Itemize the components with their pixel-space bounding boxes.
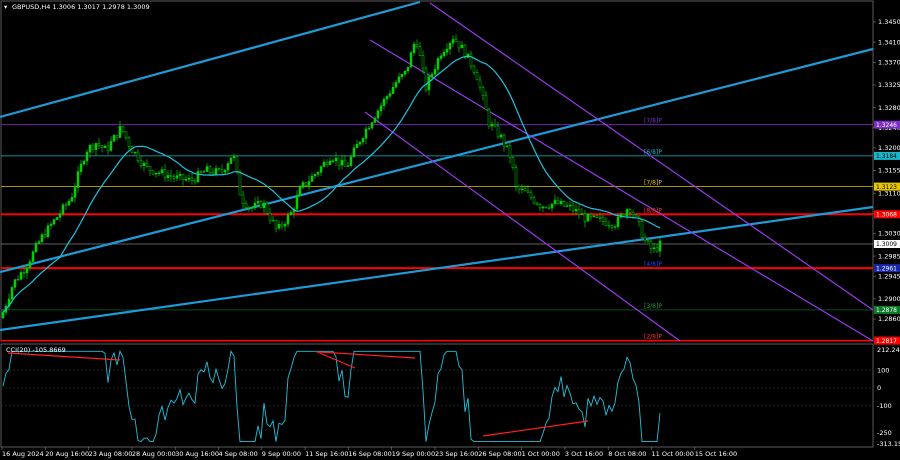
candle: [424, 66, 428, 93]
candle: [112, 134, 116, 142]
svg-text:1.2961: 1.2961: [876, 265, 897, 272]
time-tick-label: 9 Sep 00:00: [262, 450, 301, 458]
candle: [55, 216, 59, 220]
time-tick-label: 15 Oct 16:00: [695, 450, 737, 458]
cci-tick-label: -250: [877, 429, 892, 437]
time-tick-label: 20 Aug 16:00: [45, 450, 89, 458]
price-tick-label: 1.3280: [878, 104, 900, 112]
time-tick-label: 3 Oct 16:00: [565, 450, 603, 458]
svg-text:1.3068: 1.3068: [876, 211, 897, 218]
price-tick-label: 1.3325: [878, 81, 900, 89]
price-tick-label: 1.2945: [878, 272, 900, 280]
time-tick-label: 4 Sep 08:00: [219, 450, 258, 458]
murrey-label: [2/8]P: [644, 334, 662, 341]
candle: [259, 200, 263, 209]
time-tick-label: 23 Sep 16:00: [435, 450, 478, 458]
price-tick-label: 1.3410: [878, 38, 900, 46]
time-tick-label: 16 Aug 2024: [2, 450, 44, 458]
cci-tick-label: 212.2406: [877, 346, 900, 354]
chart-title: GBPUSD,H4 1.3006 1.3017 1.2978 1.3009: [12, 3, 150, 11]
cci-label: CCI(20) -105.8669: [6, 346, 66, 354]
chart-background: [0, 0, 900, 460]
price-tag: 1.3068: [874, 210, 900, 218]
murrey-label: [7/8]P: [644, 118, 662, 125]
price-tag: 1.3246: [874, 120, 900, 129]
price-tick-label: 1.2985: [878, 252, 900, 260]
price-tick-label: 1.2860: [878, 315, 900, 323]
murrey-label: [8/8]P: [644, 207, 662, 214]
candle: [409, 50, 413, 68]
price-tag: 1.2817: [874, 336, 900, 345]
price-tick-label: 1.3370: [878, 58, 900, 66]
price-chart[interactable]: [7/8]P [6/8]P [7/8]P [8/8]P [4/8]P [3/8]P [2/8…: [0, 0, 900, 460]
time-tick-label: 28 Aug 00:00: [132, 450, 176, 458]
svg-text:1.3246: 1.3246: [876, 122, 897, 129]
time-tick-label: 11 Oct 00:00: [652, 450, 694, 458]
price-tag: 1.2961: [874, 264, 900, 272]
time-tick-label: 23 Aug 08:00: [89, 450, 133, 458]
cci-tick-label: -100: [877, 402, 892, 410]
time-tick-label: 11 Sep 16:00: [305, 450, 348, 458]
time-tick-label: 1 Oct 00:00: [522, 450, 560, 458]
candle: [31, 249, 35, 263]
murrey-label: [7/8]P: [644, 180, 662, 187]
murrey-label: [3/8]P: [644, 303, 662, 310]
price-tag: 1.3123: [874, 182, 900, 191]
time-tick-label: 19 Sep 00:00: [392, 450, 435, 458]
svg-text:1.3184: 1.3184: [876, 153, 897, 160]
svg-text:1.3123: 1.3123: [876, 184, 897, 191]
candle: [487, 107, 491, 130]
price-tick-label: 1.3450: [878, 18, 900, 26]
svg-text:1.2817: 1.2817: [876, 338, 897, 345]
candle: [640, 219, 644, 239]
time-tick-label: 16 Sep 08:00: [348, 450, 391, 458]
murrey-label: [4/8]P: [644, 261, 662, 268]
cci-tick-label: -313.1516: [877, 440, 900, 448]
candle: [562, 200, 566, 207]
candle: [511, 156, 515, 170]
price-tag: 1.3009: [874, 239, 900, 248]
murrey-label: [6/8]P: [644, 149, 662, 156]
candle: [265, 201, 269, 216]
price-tag: 1.3184: [874, 151, 900, 160]
price-tick-label: 1.3030: [878, 230, 900, 238]
svg-text:1.2878: 1.2878: [876, 307, 897, 314]
time-tick-label: 8 Oct 08:00: [608, 450, 646, 458]
price-tick-label: 1.3155: [878, 167, 900, 175]
time-tick-label: 30 Aug 16:00: [175, 450, 219, 458]
candle: [229, 157, 233, 164]
price-tag: 1.2878: [874, 305, 900, 314]
time-tick-label: 26 Sep 08:00: [478, 450, 521, 458]
price-tick-label: 1.2900: [878, 295, 900, 303]
price-tick-label: 1.3200: [878, 144, 900, 152]
svg-text:1.3009: 1.3009: [876, 241, 897, 248]
cci-tick-label: 0: [877, 384, 881, 392]
cci-tick-label: 100: [877, 366, 889, 374]
price-axis: 1.34501.34101.33701.33251.32801.32401.32…: [873, 18, 900, 323]
